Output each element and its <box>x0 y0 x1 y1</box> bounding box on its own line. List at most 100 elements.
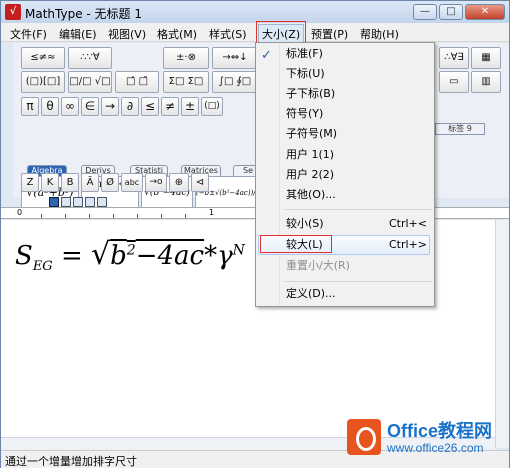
symbol-b[interactable]: B <box>61 173 79 192</box>
size-symbol[interactable]: 符号(Y) <box>286 105 431 123</box>
menu-format[interactable]: 格式(M) <box>154 25 200 43</box>
tabstop-icons <box>49 197 119 207</box>
size-smaller-shortcut: Ctrl+< <box>388 217 427 230</box>
symbol-partial[interactable]: ∂ <box>121 97 139 116</box>
eq-lhs-subscript: EG <box>32 259 53 275</box>
office26-watermark: Office教程网 www.office26.com <box>347 417 507 459</box>
size-other[interactable]: 其他(O)... <box>286 186 431 204</box>
symbol-element-of[interactable]: ∈ <box>81 97 99 116</box>
maximize-button[interactable]: □ <box>439 4 463 20</box>
menu-preferences[interactable]: 预置(P) <box>308 25 351 43</box>
menu-view[interactable]: 视图(V) <box>105 25 149 43</box>
eq-superscript: N <box>232 242 245 259</box>
relation-tab-icon[interactable] <box>97 197 107 207</box>
ruler-tick <box>41 214 42 218</box>
size-standard[interactable]: 标准(F) <box>286 45 431 63</box>
symbol-parens[interactable]: (□) <box>201 97 223 116</box>
size-reset[interactable]: 重置小/大(R) <box>286 257 431 275</box>
left-tab-icon[interactable] <box>49 197 59 207</box>
palette-relations[interactable]: ≤≠≈ <box>21 47 65 69</box>
menu-help[interactable]: 帮助(H) <box>357 25 402 43</box>
eq-lhs: S <box>15 241 33 271</box>
ruler-tick <box>137 214 138 218</box>
symbol-triangle-left[interactable]: ⊲ <box>191 173 209 192</box>
palette-grids-icon[interactable]: ▥ <box>471 71 501 93</box>
size-sub-subscript[interactable]: 子下标(B) <box>286 85 431 103</box>
ruler-tick <box>113 214 114 218</box>
size-sub-symbol[interactable]: 子符号(M) <box>286 125 431 143</box>
palette-logic[interactable]: ∴∵∀ <box>68 47 112 69</box>
size-dropdown-menu: ✓ 标准(F) 下标(U) 子下标(B) 符号(Y) 子符号(M) 用户 1(1… <box>255 42 435 307</box>
symbol-oplus[interactable]: ⊕ <box>169 173 189 192</box>
menu-edit[interactable]: 编辑(E) <box>56 25 100 43</box>
symbol-z[interactable]: Z <box>21 173 39 192</box>
window-title: MathType - 无标题 1 <box>25 7 142 21</box>
symbol-empty-set[interactable]: Ø <box>101 173 119 192</box>
watermark-brand: Office教程网 <box>387 421 493 441</box>
eq-radicand-rest: −4ac <box>135 241 205 271</box>
title-bar: √ MathType - 无标题 1 — □ ✕ <box>1 1 509 23</box>
symbol-abc[interactable]: abc <box>121 173 143 192</box>
size-user-1[interactable]: 用户 1(1) <box>286 146 431 164</box>
watermark-url: www.office26.com <box>387 441 484 455</box>
size-larger-shortcut: Ctrl+> <box>388 238 427 251</box>
menu-separator <box>284 209 432 210</box>
size-menu-annotation-box <box>256 21 306 43</box>
palette-fences[interactable]: (□)[□] <box>21 71 65 93</box>
palette-fractions[interactable]: □/□ √□ <box>68 71 112 93</box>
center-tab-icon[interactable] <box>61 197 71 207</box>
menu-icon-strip <box>256 43 280 306</box>
palette-operators[interactable]: ±·⊗ <box>163 47 209 69</box>
equation[interactable]: SEG = √b2−4ac*γN <box>15 237 245 274</box>
mathtype-app-icon: √ <box>5 4 21 20</box>
menu-bar: 文件(F) 编辑(E) 视图(V) 格式(M) 样式(S) 大小(Z) 预置(P… <box>1 23 509 44</box>
symbol-infinity[interactable]: ∞ <box>61 97 79 116</box>
symbol-pi[interactable]: π <box>21 97 39 116</box>
palette-quantifiers[interactable]: ∴∀∃ <box>439 47 469 69</box>
vertical-scrollbar[interactable] <box>495 220 509 448</box>
ruler-tick <box>65 214 66 218</box>
radical-icon: √ <box>91 237 111 272</box>
symbol-arrow[interactable]: → <box>101 97 119 116</box>
palette-right-area: ∴∀∃ ▦ ▭ ▥ <box>433 43 509 198</box>
symbol-neq[interactable]: ≠ <box>161 97 179 116</box>
larger-annotation-box <box>260 235 332 253</box>
palette-integrals[interactable]: ∫□ ∮□ <box>212 71 258 93</box>
tab-9[interactable]: 标签 9 <box>435 123 485 135</box>
minimize-button[interactable]: — <box>413 4 437 20</box>
palette-matrices-icon[interactable]: ▦ <box>471 47 501 69</box>
eq-radicand-b: b <box>110 241 127 271</box>
menu-separator <box>284 281 432 282</box>
ruler-tick <box>89 214 90 218</box>
ruler-tick <box>161 214 162 218</box>
ruler-tick <box>185 214 186 218</box>
eq-radicand-exp: 2 <box>126 242 136 259</box>
size-subscript[interactable]: 下标(U) <box>286 65 431 83</box>
palette-boxes-icon[interactable]: ▭ <box>439 71 469 93</box>
symbol-theta[interactable]: θ <box>41 97 59 116</box>
symbol-k[interactable]: K <box>41 173 59 192</box>
office-logo-icon <box>347 419 381 455</box>
symbol-leq[interactable]: ≤ <box>141 97 159 116</box>
menu-file[interactable]: 文件(F) <box>7 25 50 43</box>
symbol-plus-minus[interactable]: ± <box>181 97 199 116</box>
decimal-tab-icon[interactable] <box>85 197 95 207</box>
eq-equals: = <box>60 241 83 271</box>
symbol-arrow-o[interactable]: →o <box>145 173 167 192</box>
symbol-a-bar[interactable]: Ā <box>81 173 99 192</box>
palette-accents[interactable]: □̂ □̄ <box>115 71 159 93</box>
symbol-palette: ≤≠≈ ∴∵∀ ±·⊗ →⇔↓ (□)[□] □/□ √□ □̂ □̄ Σ□ Σ… <box>13 43 273 210</box>
palette-arrows[interactable]: →⇔↓ <box>212 47 258 69</box>
palette-sums[interactable]: Σ□ Σ□ <box>163 71 209 93</box>
ruler-one: 1 <box>209 208 215 217</box>
eq-radicand: b2−4ac <box>110 241 204 271</box>
ruler-zero: 0 <box>17 208 23 217</box>
size-smaller[interactable]: 较小(S) Ctrl+< <box>286 215 431 233</box>
mathtype-window: √ MathType - 无标题 1 — □ ✕ 文件(F) 编辑(E) 视图(… <box>0 0 510 468</box>
size-smaller-label: 较小(S) <box>286 217 324 230</box>
right-tab-icon[interactable] <box>73 197 83 207</box>
size-user-2[interactable]: 用户 2(2) <box>286 166 431 184</box>
menu-style[interactable]: 样式(S) <box>206 25 250 43</box>
size-define[interactable]: 定义(D)... <box>286 285 431 303</box>
close-button[interactable]: ✕ <box>465 4 505 20</box>
